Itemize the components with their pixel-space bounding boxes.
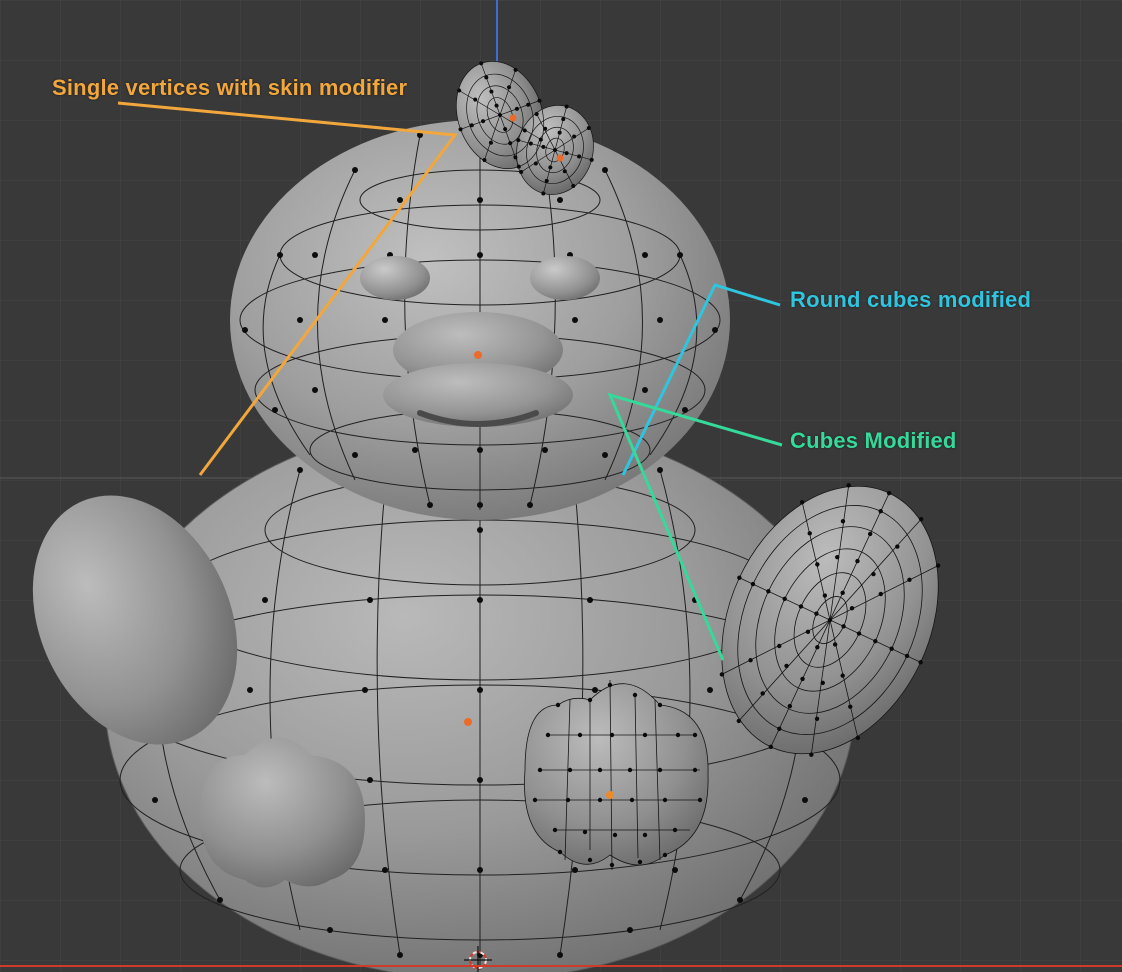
origin-body [464, 718, 472, 726]
origin-foot [606, 791, 614, 799]
eye-left [360, 256, 430, 300]
character-model[interactable] [0, 0, 1122, 972]
eye-right [530, 256, 600, 300]
origin-beak [474, 351, 482, 359]
timeline-cursor-line [0, 965, 1122, 967]
beak [383, 312, 573, 427]
